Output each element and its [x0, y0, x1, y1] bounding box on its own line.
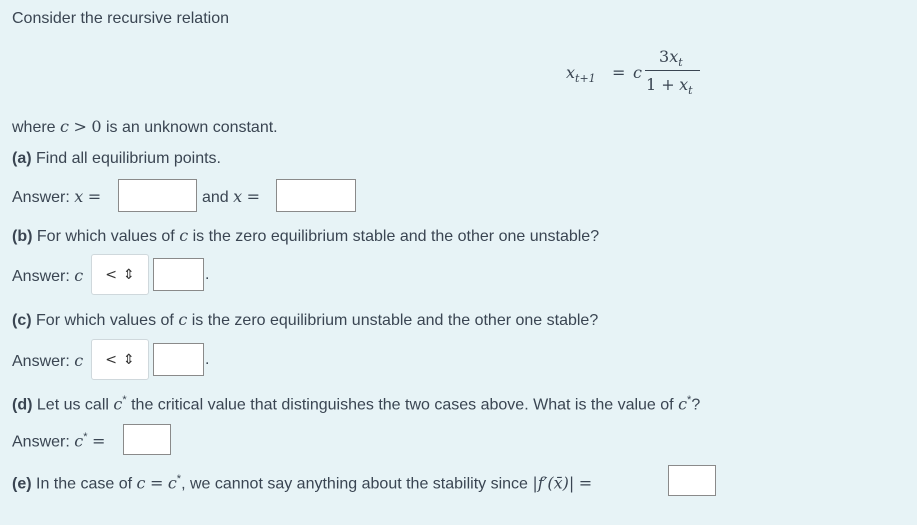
eq-coef: c — [633, 63, 642, 82]
intro-text: Consider the recursive relation — [12, 10, 229, 27]
select-value: < — [105, 351, 117, 368]
part-a-answer-label: Answer: x = — [12, 187, 102, 206]
equilibrium-input-1[interactable] — [118, 179, 197, 212]
up-down-arrow-icon: ⇕ — [123, 351, 135, 368]
derivative-value-input[interactable] — [668, 465, 716, 496]
comparison-select-b[interactable]: < ⇕ — [91, 254, 149, 295]
period: . — [205, 351, 210, 368]
part-e-question: (e) In the case of c = c*, we cannot say… — [12, 473, 593, 493]
eq-lhs-sub: t+1 — [575, 72, 596, 86]
fraction-bar — [645, 70, 700, 71]
part-d-question: (d) Let us call c* the critical value th… — [12, 394, 701, 414]
threshold-input-b[interactable] — [153, 258, 204, 291]
up-down-arrow-icon: ⇕ — [123, 266, 135, 283]
eq-lhs: x — [566, 63, 576, 82]
part-c-answer-label: Answer: c — [12, 351, 84, 370]
where-line: where c > 0 is an unknown constant. — [12, 117, 278, 136]
eq-denominator: 1 + xt — [646, 75, 693, 98]
part-c-question: (c) For which values of c is the zero eq… — [12, 310, 599, 329]
comparison-select-c[interactable]: < ⇕ — [91, 339, 149, 380]
critical-value-input[interactable] — [123, 424, 171, 455]
select-value: < — [105, 266, 117, 283]
part-b-question: (b) For which values of c is the zero eq… — [12, 226, 600, 245]
part-a-question: (a) Find all equilibrium points. — [12, 150, 221, 167]
part-a-and-label: and x = — [202, 187, 261, 206]
part-b-answer-label: Answer: c — [12, 266, 84, 285]
eq-equals: = — [612, 63, 626, 82]
equilibrium-input-2[interactable] — [276, 179, 356, 212]
period: . — [205, 266, 210, 283]
eq-numerator: 3xt — [659, 47, 683, 70]
threshold-input-c[interactable] — [153, 343, 204, 376]
part-d-answer-label: Answer: c* = — [12, 431, 106, 451]
